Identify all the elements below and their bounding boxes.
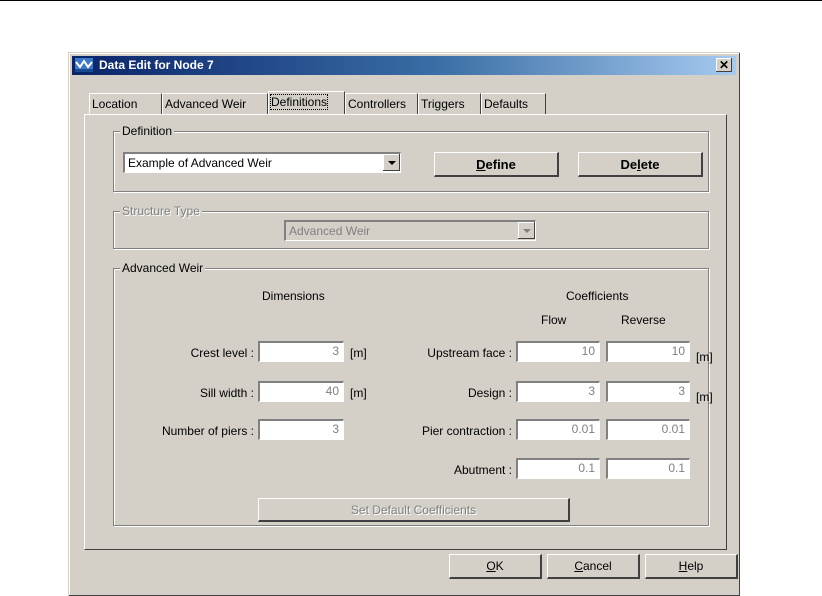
dialog-window: Data Edit for Node 7 ✕ Location Advanced… bbox=[68, 52, 740, 596]
top-divider bbox=[0, 0, 822, 1]
advanced-weir-group: Advanced Weir Dimensions Coefficients Fl… bbox=[113, 261, 713, 526]
title-bar[interactable]: Data Edit for Node 7 ✕ bbox=[72, 56, 736, 75]
crest-level-field[interactable]: 3 bbox=[258, 341, 344, 362]
tab-definitions[interactable]: Definitions bbox=[268, 91, 345, 114]
help-button[interactable]: Help bbox=[645, 554, 738, 579]
pier-contraction-reverse-field[interactable]: 0.01 bbox=[606, 419, 690, 440]
tab-location[interactable]: Location bbox=[89, 93, 162, 114]
pier-contraction-flow-field[interactable]: 0.01 bbox=[516, 419, 600, 440]
sill-width-label: Sill width : bbox=[199, 386, 254, 400]
flow-header: Flow bbox=[541, 313, 567, 327]
dimensions-header: Dimensions bbox=[262, 289, 325, 303]
upstream-face-unit: [m] bbox=[696, 350, 713, 364]
cancel-label-key: C bbox=[574, 559, 583, 573]
tab-defaults[interactable]: Defaults bbox=[481, 93, 546, 114]
upstream-face-label: Upstream face : bbox=[427, 346, 512, 360]
tab-triggers[interactable]: Triggers bbox=[418, 93, 481, 114]
ok-label-post: K bbox=[495, 559, 504, 573]
design-reverse-field[interactable]: 3 bbox=[606, 381, 690, 402]
sill-width-field[interactable]: 40 bbox=[258, 381, 344, 402]
coefficients-header: Coefficients bbox=[566, 289, 629, 303]
ok-label-key: O bbox=[486, 559, 496, 573]
definition-select-value: Example of Advanced Weir bbox=[128, 156, 272, 170]
abutment-label: Abutment : bbox=[453, 463, 512, 477]
abutment-reverse-field[interactable]: 0.1 bbox=[606, 458, 690, 479]
number-of-piers-label: Number of piers : bbox=[161, 424, 254, 438]
define-label-post: efine bbox=[485, 157, 516, 172]
ok-button[interactable]: OK bbox=[449, 554, 542, 579]
upstream-face-reverse-field[interactable]: 10 bbox=[606, 341, 690, 362]
define-label-key: D bbox=[476, 157, 486, 172]
define-button[interactable]: Define bbox=[434, 152, 559, 177]
delete-label-pre: De bbox=[620, 157, 638, 172]
set-default-coefficients-button[interactable]: Set Default Coefficients bbox=[258, 498, 570, 522]
upstream-face-flow-field[interactable]: 10 bbox=[516, 341, 600, 362]
pier-contraction-label: Pier contraction : bbox=[421, 424, 512, 438]
delete-button[interactable]: Delete bbox=[578, 152, 703, 177]
advanced-weir-group-label: Advanced Weir bbox=[120, 261, 206, 275]
window-title: Data Edit for Node 7 bbox=[99, 58, 214, 72]
app-icon bbox=[75, 58, 93, 72]
design-flow-field[interactable]: 3 bbox=[516, 381, 600, 402]
definition-group-label: Definition bbox=[120, 124, 175, 138]
structure-type-group-label: Structure Type bbox=[120, 204, 202, 218]
crest-level-label: Crest level : bbox=[190, 346, 254, 360]
structure-type-value: Advanced Weir bbox=[289, 224, 371, 238]
structure-type-group: Structure Type Advanced Weir bbox=[113, 204, 709, 249]
design-label: Design : bbox=[467, 386, 512, 400]
help-label-post: elp bbox=[687, 559, 704, 573]
tab-definitions-label: Definitions bbox=[269, 94, 329, 110]
definition-group: Definition Example of Advanced Weir Defi… bbox=[113, 124, 709, 192]
delete-label-post: ete bbox=[640, 157, 660, 172]
abutment-flow-field[interactable]: 0.1 bbox=[516, 458, 600, 479]
definition-select[interactable]: Example of Advanced Weir bbox=[123, 152, 401, 173]
close-icon: ✕ bbox=[718, 58, 730, 72]
design-unit: [m] bbox=[696, 390, 713, 404]
tab-panel: Definition Example of Advanced Weir Defi… bbox=[84, 114, 727, 550]
reverse-header: Reverse bbox=[621, 313, 666, 327]
chevron-down-icon[interactable] bbox=[383, 154, 400, 171]
structure-type-select[interactable]: Advanced Weir bbox=[284, 220, 536, 241]
number-of-piers-field[interactable]: 3 bbox=[258, 419, 344, 440]
close-button[interactable]: ✕ bbox=[716, 58, 732, 72]
cancel-button[interactable]: Cancel bbox=[547, 554, 640, 579]
cancel-label-post: ancel bbox=[582, 559, 612, 573]
tab-controllers[interactable]: Controllers bbox=[345, 93, 418, 114]
tab-advanced-weir[interactable]: Advanced Weir bbox=[162, 93, 268, 114]
chevron-down-icon[interactable] bbox=[518, 222, 535, 239]
